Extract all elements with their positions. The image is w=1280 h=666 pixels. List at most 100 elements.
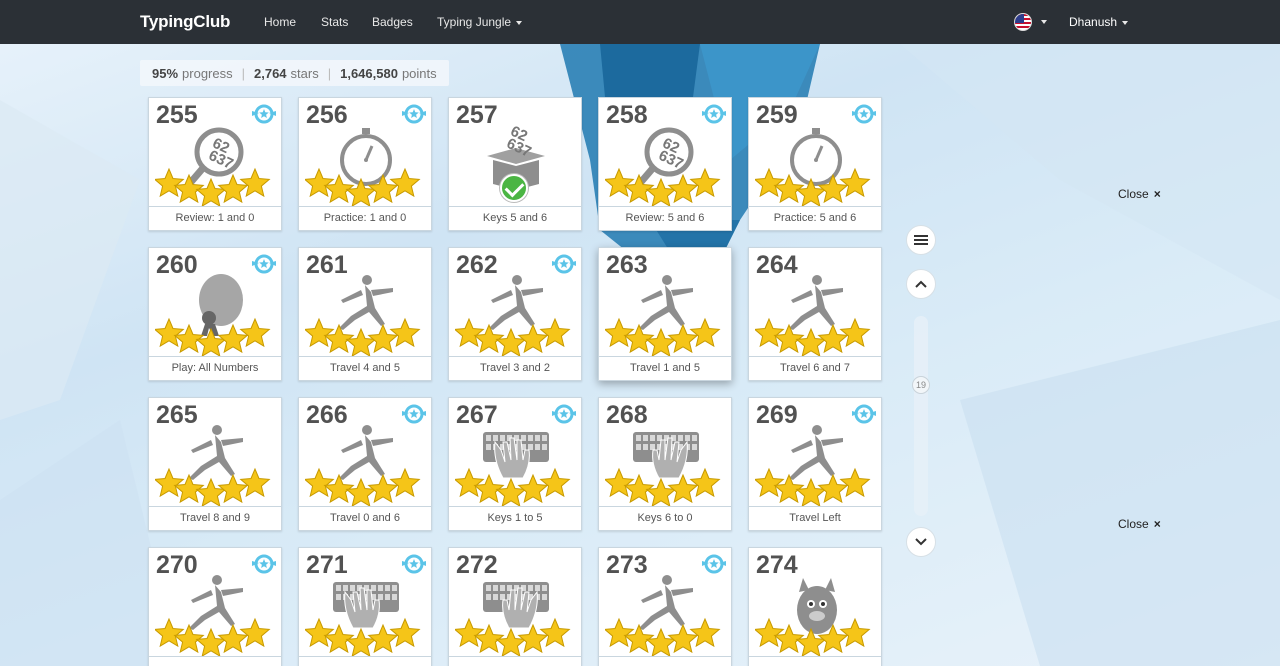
badge-icon [852, 104, 876, 124]
menu-button[interactable] [906, 225, 936, 255]
lesson-title: Practice: 5 and 6 [749, 206, 881, 230]
scroll-down-button[interactable] [906, 527, 936, 557]
stars-rating [605, 317, 721, 358]
stars-rating [755, 467, 871, 508]
nav-badges[interactable]: Badges [372, 15, 413, 29]
star-icon [645, 627, 677, 658]
lesson-card[interactable]: 274 [748, 547, 882, 666]
lesson-card[interactable]: 257 62 637 Keys 5 and 6 [448, 97, 582, 231]
lesson-card[interactable]: 260 Play: All Numbers [148, 247, 282, 381]
lesson-card[interactable]: 268 Keys 6 to 0 [598, 397, 732, 531]
lesson-card[interactable]: 266 Travel 0 and 6 [298, 397, 432, 531]
star-icon [195, 477, 227, 508]
star-icon [645, 327, 677, 358]
star-icon [755, 617, 785, 648]
divider: | [327, 65, 332, 81]
stars-rating [605, 167, 721, 208]
star-icon [389, 467, 421, 498]
star-icon [795, 627, 827, 658]
lesson-card[interactable]: 264 Travel 6 and 7 [748, 247, 882, 381]
chevron-up-icon [915, 280, 927, 288]
star-icon [495, 327, 527, 358]
lesson-card[interactable]: 270 [148, 547, 282, 666]
lesson-card[interactable]: 267 Keys 1 to 5 [448, 397, 582, 531]
star-icon [689, 467, 721, 498]
star-icon [755, 317, 785, 348]
star-icon [839, 467, 871, 498]
lesson-title: Travel 6 and 7 [749, 356, 881, 380]
badge-icon [252, 104, 276, 124]
lesson-title: Travel 4 and 5 [299, 356, 431, 380]
star-icon [195, 327, 227, 358]
lesson-title: Travel 3 and 2 [449, 356, 581, 380]
star-icon [305, 467, 335, 498]
chevron-down-icon[interactable] [1041, 20, 1047, 24]
lesson-card[interactable]: 262 Travel 3 and 2 [448, 247, 582, 381]
scroll-track[interactable] [914, 316, 928, 516]
scroll-up-button[interactable] [906, 269, 936, 299]
star-icon [839, 317, 871, 348]
lesson-card[interactable]: 272 [448, 547, 582, 666]
star-icon [539, 617, 571, 648]
star-icon [155, 467, 185, 498]
star-icon [305, 617, 335, 648]
scroll-thumb[interactable]: 19 [912, 376, 930, 394]
lesson-card[interactable]: 273 [598, 547, 732, 666]
stars-rating [155, 317, 271, 358]
star-icon [389, 617, 421, 648]
nav-typing-jungle[interactable]: Typing Jungle [437, 15, 523, 29]
close-button[interactable]: Close × [1118, 517, 1161, 531]
star-icon [689, 617, 721, 648]
close-label: Close [1118, 187, 1149, 201]
star-icon [795, 327, 827, 358]
stars-rating [305, 467, 421, 508]
lesson-title: Play: All Numbers [149, 356, 281, 380]
progress-summary: 95% progress | 2,764 stars | 1,646,580 p… [140, 60, 449, 86]
lesson-card[interactable]: 261 Travel 4 and 5 [298, 247, 432, 381]
stars-rating [455, 617, 571, 658]
lesson-card[interactable]: 271 [298, 547, 432, 666]
star-icon [345, 627, 377, 658]
star-icon [795, 177, 827, 208]
close-button[interactable]: Close × [1118, 187, 1161, 201]
star-icon [605, 167, 635, 198]
lesson-title: Review: 5 and 6 [599, 206, 731, 230]
badge-icon [252, 254, 276, 274]
stars-rating [755, 617, 871, 658]
star-icon [389, 317, 421, 348]
nav-stats[interactable]: Stats [321, 15, 348, 29]
lesson-card[interactable]: 269 Travel Left [748, 397, 882, 531]
star-icon [495, 627, 527, 658]
star-icon [305, 167, 335, 198]
check-icon [500, 174, 528, 202]
chevron-down-icon [516, 20, 523, 25]
star-icon [455, 317, 485, 348]
user-menu[interactable]: Dhanush [1069, 15, 1129, 29]
lesson-card[interactable]: 265 Travel 8 and 9 [148, 397, 282, 531]
star-icon [495, 477, 527, 508]
star-icon [795, 477, 827, 508]
badge-icon [402, 404, 426, 424]
stars-rating [605, 617, 721, 658]
points-label: points [401, 65, 437, 81]
stars-rating [755, 317, 871, 358]
lesson-card[interactable]: 256 Practice: 1 and 0 [298, 97, 432, 231]
lesson-title [299, 656, 431, 666]
star-icon [689, 167, 721, 198]
lesson-title: Review: 1 and 0 [149, 206, 281, 230]
lesson-card[interactable]: 255 62 637 Review: 1 and 0 [148, 97, 282, 231]
nav-home[interactable]: Home [264, 15, 296, 29]
progress-label: progress [182, 65, 233, 81]
stars-count: 2,764 [254, 65, 287, 81]
lesson-title: Keys 5 and 6 [449, 206, 581, 230]
lesson-card[interactable]: 258 62 637 Review: 5 and 6 [598, 97, 732, 231]
star-icon [755, 467, 785, 498]
lesson-title [449, 656, 581, 666]
badge-icon [702, 554, 726, 574]
badge-icon [252, 554, 276, 574]
brand-logo[interactable]: TypingClub [140, 12, 230, 32]
star-icon [195, 627, 227, 658]
lesson-card[interactable]: 263 Travel 1 and 5 [598, 247, 732, 381]
lesson-card[interactable]: 259 Practice: 5 and 6 [748, 97, 882, 231]
us-flag-icon[interactable] [1014, 13, 1032, 31]
